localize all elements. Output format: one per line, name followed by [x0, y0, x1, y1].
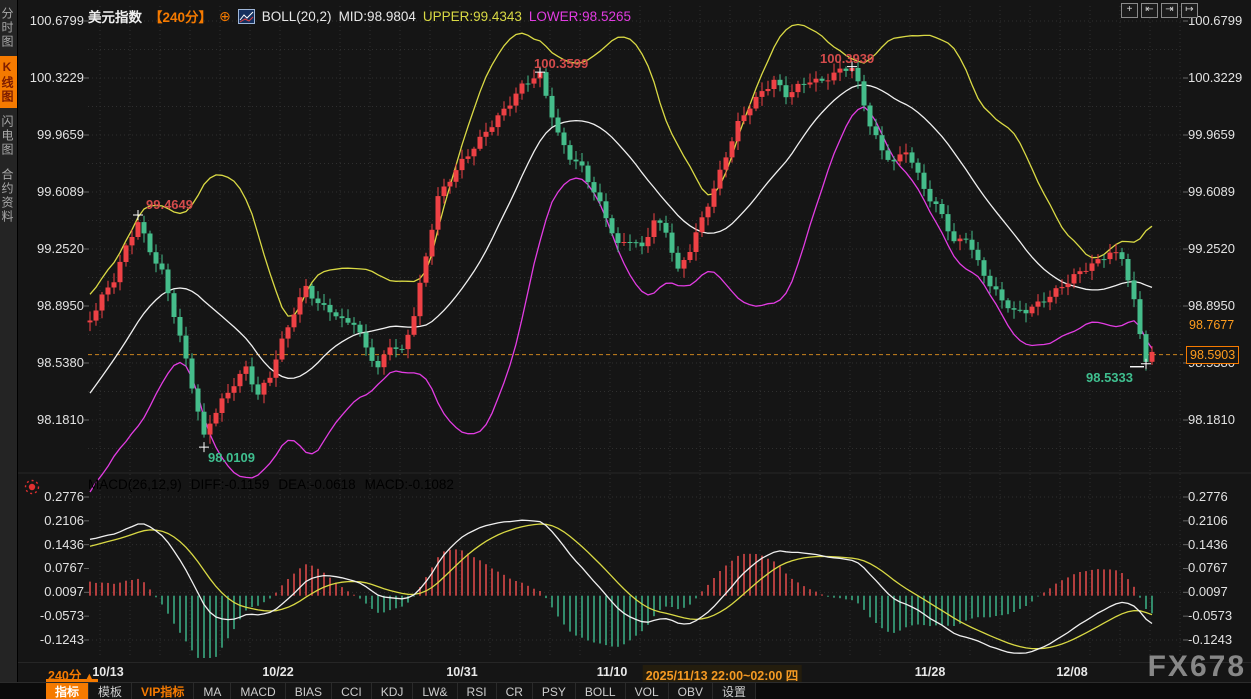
add-indicator-icon[interactable]: ⊕	[219, 8, 231, 25]
brand-watermark: FX678	[1148, 650, 1246, 684]
boll-label: BOLL(20,2)	[262, 9, 332, 24]
toolbar-button[interactable]: 设置	[713, 683, 756, 699]
time-axis: 240分 ▲ 10/1310/2210/3111/102025/11/13 22…	[0, 662, 1251, 682]
boll-lower-value: LOWER:98.5265	[529, 9, 631, 24]
chart-tool-icon[interactable]: ↦	[1181, 3, 1198, 18]
toolbar-button[interactable]: CCI	[332, 683, 372, 699]
toolbar-button[interactable]: BIAS	[286, 683, 332, 699]
toolbar-button[interactable]: MA	[194, 683, 231, 699]
chart-type-sidebar: 分时图 K线图闪电图合约资料	[0, 0, 18, 682]
sidebar-item[interactable]: 分时图	[0, 3, 17, 53]
toolbar-button[interactable]: OBV	[669, 683, 713, 699]
macd-legend: MACD(26,12,9) DIFF:-0.1159 DEA:-0.0618 M…	[88, 477, 454, 492]
price-legend: 美元指数 【240分】 ⊕ BOLL(20,2) MID:98.9804 UPP…	[88, 6, 631, 26]
chart-canvas[interactable]	[0, 0, 1251, 682]
sidebar-item[interactable]: K线图	[0, 56, 17, 108]
time-tick: 11/28	[915, 665, 946, 679]
period-badge: 【240分】	[149, 6, 212, 26]
sidebar-item[interactable]: 合约资料	[0, 164, 17, 228]
time-tick: 10/22	[262, 665, 293, 679]
toolbar-button[interactable]: 指标	[46, 683, 89, 699]
mini-chart-icon[interactable]	[238, 9, 255, 24]
toolbar-button[interactable]: MACD	[231, 683, 285, 699]
time-tick: 10/13	[92, 665, 123, 679]
period-underline	[46, 679, 98, 682]
time-tick: 12/08	[1056, 665, 1087, 679]
macd-label: MACD(26,12,9)	[88, 477, 182, 492]
chart-tool-buttons: +⇤⇥↦	[1121, 3, 1198, 18]
toolbar-button[interactable]: CR	[497, 683, 533, 699]
toolbar-button[interactable]: RSI	[458, 683, 497, 699]
sidebar-item[interactable]: 闪电图	[0, 111, 17, 161]
symbol-title: 美元指数	[88, 6, 142, 26]
boll-mid-value: MID:98.9804	[339, 9, 416, 24]
boll-upper-value: UPPER:99.4343	[423, 9, 522, 24]
macd-hist-value: MACD:-0.1082	[365, 477, 454, 492]
indicator-toolbar: 指标模板VIP指标MAMACDBIASCCIKDJLW&RSICRPSYBOLL…	[0, 682, 1251, 699]
chart-tool-icon[interactable]: ⇥	[1161, 3, 1178, 18]
toolbar-button[interactable]: KDJ	[372, 683, 414, 699]
toolbar-button[interactable]: LW&	[413, 683, 457, 699]
macd-diff-value: DIFF:-0.1159	[191, 477, 270, 492]
toolbar-button[interactable]: VOL	[626, 683, 669, 699]
chart-tool-icon[interactable]: ⇤	[1141, 3, 1158, 18]
time-tick: 10/31	[446, 665, 477, 679]
chart-tool-icon[interactable]: +	[1121, 3, 1138, 18]
toolbar-button[interactable]: VIP指标	[132, 683, 194, 699]
indicator-settings-icon[interactable]	[24, 479, 40, 495]
toolbar-button[interactable]: PSY	[533, 683, 576, 699]
trading-terminal: 100.6799100.6799100.3229100.322999.96599…	[0, 0, 1251, 699]
toolbar-button[interactable]: 模板	[89, 683, 132, 699]
toolbar-button[interactable]: BOLL	[576, 683, 626, 699]
time-tick: 11/10	[597, 665, 628, 679]
macd-dea-value: DEA:-0.0618	[278, 477, 355, 492]
